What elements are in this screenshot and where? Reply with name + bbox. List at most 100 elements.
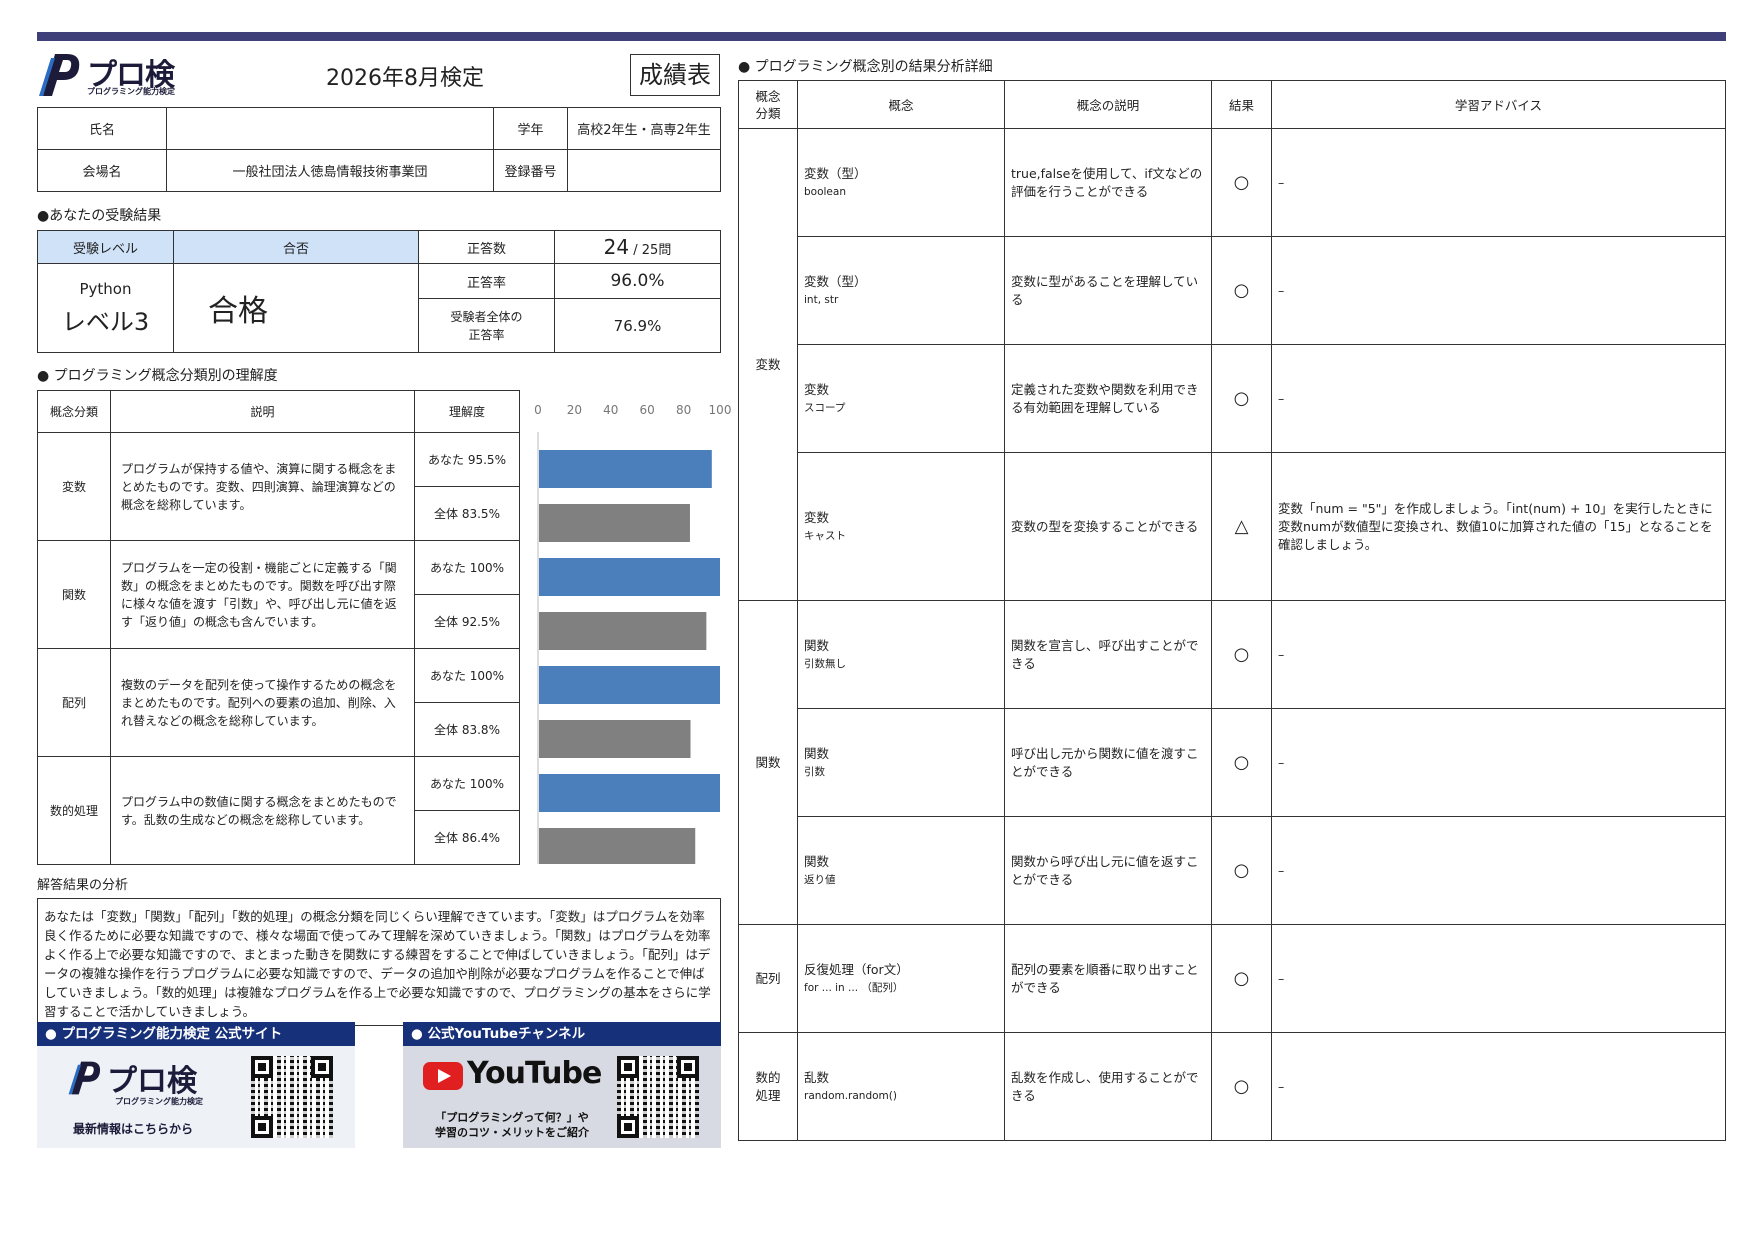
detail-advice: 変数「num = "5"」を作成しましょう。「int(num) + 10」を実行… [1271, 452, 1726, 601]
chart-bar-you [539, 666, 720, 704]
chart-bar-you [539, 558, 720, 596]
concept-name: 乱数 [804, 1069, 830, 1085]
detail-category: 配列 [738, 924, 798, 1033]
detail-concept-name: 変数（型） boolean [797, 128, 1005, 237]
language: Python [79, 279, 132, 298]
correct-count-label: 正答数 [418, 230, 555, 264]
official-site-banner-title: ● プログラミング能力検定 公式サイト [37, 1022, 355, 1046]
all-rate: 76.9% [554, 298, 721, 353]
concept-category: 変数 [37, 432, 111, 541]
concept-description: プログラムが保持する値や、演算に関する概念をまとめたものです。変数、四則演算、論… [110, 432, 415, 541]
detail-concept-header: 概念 [797, 80, 1005, 129]
concept-name: 変数 [804, 509, 830, 525]
understanding-all: 全体 92.5% [414, 594, 520, 649]
concept-category: 数的処理 [37, 756, 111, 865]
detail-advice: – [1271, 816, 1726, 925]
detail-concept-desc: 関数から呼び出し元に値を返すことができる [1004, 816, 1212, 925]
concepts-section-title: ● プログラミング概念分類別の理解度 [37, 368, 278, 384]
pro-ken-logo-icon [68, 1061, 101, 1095]
banner-logo-text: プロ検 [107, 1064, 197, 1099]
concept-name: 関数 [804, 853, 830, 869]
detail-category-text: 変数 [755, 356, 781, 372]
concept-detail-table: 概念 分類 概念 概念の説明 結果 学習アドバイス 変数 変数（型） boolean… [738, 80, 1726, 1141]
detail-category: 数的 処理 [738, 1032, 798, 1141]
all-rate-label-line2: 正答率 [468, 327, 505, 342]
youtube-channel-banner[interactable]: ● 公式YouTubeチャンネル YouTube 「プログラミングって何？」や … [403, 1022, 721, 1148]
examinee-info-table: 氏名 学年 高校2年生・高専2年生 会場名 一般社団法人徳島情報技術事業団 登録… [37, 107, 721, 192]
pass-value: 合格 [173, 263, 419, 353]
understanding-you: あなた 100% [414, 540, 520, 595]
venue-label: 会場名 [37, 149, 167, 192]
grade-value: 高校2年生・高専2年生 [567, 107, 721, 150]
concept-name: 関数 [804, 637, 830, 653]
concept-name: 変数（型） [804, 273, 867, 289]
concept-understanding-table: 概念分類 説明 理解度 変数 プログラムが保持する値や、演算に関する概念をまとめ… [37, 390, 520, 865]
detail-result-mark: ○ [1211, 1032, 1272, 1141]
result-section-title: ●あなたの受験結果 [37, 208, 162, 224]
detail-concept-name: 乱数 random.random() [797, 1032, 1005, 1141]
grade-label: 学年 [493, 107, 568, 150]
chart-bar-you [539, 450, 712, 488]
registration-value [567, 149, 721, 192]
detail-concept-name: 関数 引数 [797, 708, 1005, 817]
detail-row: 関数 返り値 関数から呼び出し元に値を返すことができる ○ – [739, 816, 1726, 925]
detail-advice: – [1271, 236, 1726, 345]
concept-category: 配列 [37, 648, 111, 757]
detail-concept-name: 変数 スコープ [797, 344, 1005, 453]
understanding-all: 全体 83.5% [414, 486, 520, 541]
concept-understanding-header: 理解度 [414, 390, 520, 433]
concept-description: 複数のデータを配列を使って操作するための概念をまとめたものです。配列への要素の追… [110, 648, 415, 757]
concept-name: 関数 [804, 745, 830, 761]
detail-concept-desc: 乱数を作成し、使用することができる [1004, 1032, 1212, 1141]
concept-category: 関数 [37, 540, 111, 649]
concept-subname: キャスト [804, 529, 846, 542]
detail-result-mark: △ [1211, 452, 1272, 601]
detail-category-text: 配列 [755, 970, 781, 986]
chart-tick-label: 0 [534, 403, 542, 417]
detail-row: 変数（型） int, str 変数に型があることを理解している ○ – [739, 236, 1726, 345]
detail-advice: – [1271, 924, 1726, 1033]
concept-category-header: 概念分類 [37, 390, 111, 433]
concept-description: プログラム中の数値に関する概念をまとめたものです。乱数の生成などの概念を総称して… [110, 756, 415, 865]
youtube-qr-code-icon [617, 1056, 699, 1138]
concept-subname: boolean [804, 185, 846, 198]
detail-advice: – [1271, 1032, 1726, 1141]
logo-subtitle: プログラミング能力検定 [87, 87, 175, 96]
youtube-caption-line2: 学習のコツ・メリットをご紹介 [435, 1126, 589, 1139]
detail-advice: – [1271, 128, 1726, 237]
official-site-banner[interactable]: ● プログラミング能力検定 公式サイト プロ検 プログラミング能力検定 最新情報… [37, 1022, 355, 1148]
chart-bar-all [539, 504, 690, 542]
understanding-bar-chart: 0 20 40 60 80 100 [534, 403, 732, 864]
detail-concept-desc: 呼び出し元から関数に値を渡すことができる [1004, 708, 1212, 817]
youtube-logo-text: YouTube [467, 1056, 602, 1091]
youtube-banner-title: ● 公式YouTubeチャンネル [403, 1022, 721, 1046]
chart-bar-you [539, 774, 720, 812]
detail-result-mark: ○ [1211, 816, 1272, 925]
all-rate-label: 受験者全体の 正答率 [418, 298, 555, 353]
pass-header: 合否 [173, 230, 419, 264]
detail-row: 配列 反復処理（for文） for ... in ... （配列） 配列の要素を順番に… [738, 924, 1726, 1033]
analysis-title: 解答結果の分析 [37, 878, 129, 893]
chart-bar-all [539, 720, 691, 758]
concept-subname: 引数無し [804, 657, 846, 670]
chart-tick-label: 60 [640, 403, 655, 417]
detail-concept-desc: 関数を宣言し、呼び出すことができる [1004, 600, 1212, 709]
correct-count: 24 [603, 235, 630, 259]
analysis-text: あなたは「変数」「関数」「配列」「数的処理」の概念分類を同じくらい理解できていま… [37, 898, 721, 1026]
detail-result-mark: ○ [1211, 924, 1272, 1033]
detail-concept-name: 変数 キャスト [797, 452, 1005, 601]
detail-category-header-line2: 分類 [755, 105, 781, 121]
detail-concept-name: 関数 引数無し [797, 600, 1005, 709]
level-header: 受験レベル [37, 230, 174, 264]
detail-concept-name: 変数（型） int, str [797, 236, 1005, 345]
all-rate-label-line1: 受験者全体の [450, 309, 523, 324]
understanding-all: 全体 83.8% [414, 702, 520, 757]
concept-name: 変数 [804, 381, 830, 397]
concept-subname: スコープ [804, 401, 846, 414]
chart-bar-all [539, 612, 707, 650]
concept-subname: 引数 [804, 765, 825, 778]
chart-tick-label: 100 [709, 403, 732, 417]
detail-advice: – [1271, 708, 1726, 817]
chart-bar-all [539, 828, 696, 864]
detail-category-header-line1: 概念 [755, 88, 781, 104]
